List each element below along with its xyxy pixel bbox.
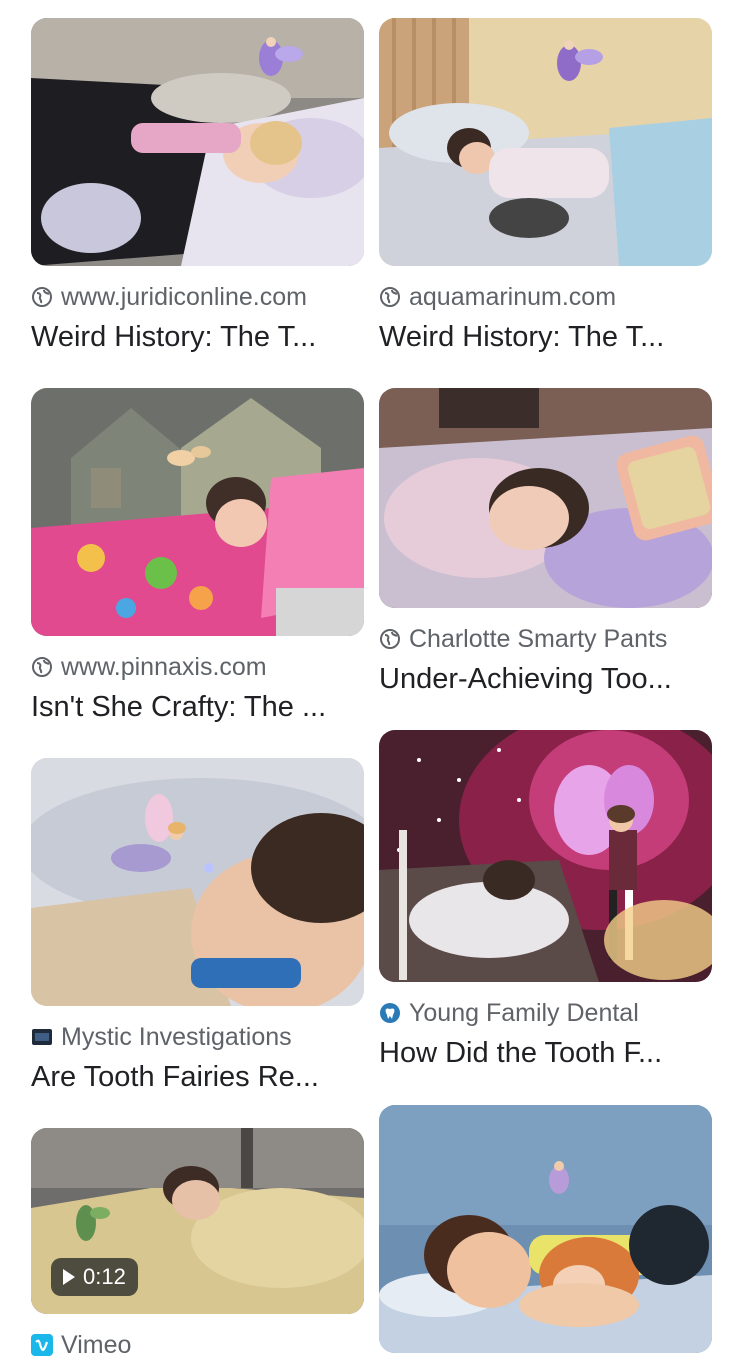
result-title[interactable]: How Did the Tooth F... (379, 1036, 712, 1070)
result-thumbnail[interactable]: 0:12 (31, 1128, 364, 1314)
image-result-card[interactable]: www.pinnaxis.com Isn't She Crafty: The .… (31, 388, 364, 724)
globe-icon (31, 656, 53, 678)
result-source-label: www.juridiconline.com (61, 284, 307, 310)
result-source-label: aquamarinum.com (409, 284, 617, 310)
result-thumbnail[interactable] (31, 758, 364, 1006)
image-result-card[interactable]: aquamarinum.com Weird History: The T... (379, 18, 712, 354)
result-source-label: Vimeo (61, 1332, 132, 1358)
site-favicon-icon (31, 1026, 53, 1048)
result-thumbnail[interactable] (379, 730, 712, 982)
result-source-label: www.pinnaxis.com (61, 654, 267, 680)
image-result-card[interactable]: Young Family Dental How Did the Tooth F.… (379, 730, 712, 1070)
globe-icon (379, 286, 401, 308)
result-source[interactable]: Young Family Dental (379, 1000, 712, 1026)
result-title[interactable]: Isn't She Crafty: The ... (31, 690, 364, 724)
result-thumbnail[interactable] (379, 1105, 712, 1353)
image-result-card[interactable]: Charlotte Smarty Pants Under-Achieving T… (379, 388, 712, 696)
result-title[interactable]: Are Tooth Fairies Re... (31, 1060, 364, 1094)
play-icon (63, 1269, 75, 1285)
vimeo-icon (31, 1334, 53, 1356)
result-source-label: Mystic Investigations (61, 1024, 292, 1050)
result-source-label: Young Family Dental (409, 1000, 639, 1026)
result-thumbnail[interactable] (379, 388, 712, 608)
result-title[interactable]: Weird History: The T... (379, 320, 712, 354)
result-source[interactable]: www.juridiconline.com (31, 284, 364, 310)
tooth-favicon-icon (379, 1002, 401, 1024)
result-source[interactable]: aquamarinum.com (379, 284, 712, 310)
globe-icon (31, 286, 53, 308)
result-title[interactable]: Under-Achieving Too... (379, 662, 712, 696)
result-source[interactable]: Vimeo (31, 1332, 364, 1358)
image-result-card[interactable]: Mystic Investigations Are Tooth Fairies … (31, 758, 364, 1094)
video-duration-badge: 0:12 (51, 1258, 138, 1296)
result-source[interactable]: Charlotte Smarty Pants (379, 626, 712, 652)
result-source-label: Charlotte Smarty Pants (409, 626, 668, 652)
result-thumbnail[interactable] (31, 388, 364, 636)
globe-icon (379, 628, 401, 650)
image-result-card[interactable]: www.juridiconline.com Weird History: The… (31, 18, 364, 354)
result-source[interactable]: www.pinnaxis.com (31, 654, 364, 680)
video-duration: 0:12 (83, 1264, 126, 1289)
result-thumbnail[interactable] (379, 18, 712, 266)
result-thumbnail[interactable] (31, 18, 364, 266)
image-result-card[interactable] (379, 1105, 712, 1353)
result-title[interactable]: Weird History: The T... (31, 320, 364, 354)
video-result-card[interactable]: 0:12 Vimeo (31, 1128, 364, 1358)
result-source[interactable]: Mystic Investigations (31, 1024, 364, 1050)
